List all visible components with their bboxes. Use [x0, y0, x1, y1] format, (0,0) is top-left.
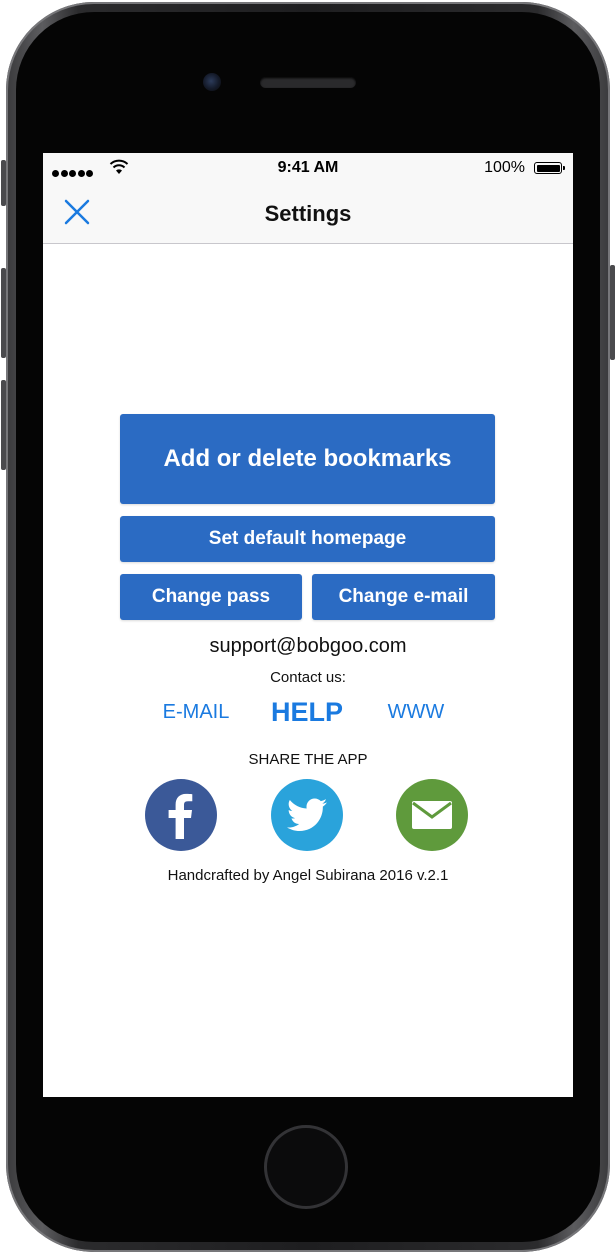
status-bar: 9:41 AM 100%: [43, 153, 573, 183]
www-link[interactable]: WWW: [373, 701, 459, 724]
set-default-homepage-button[interactable]: Set default homepage: [120, 516, 495, 562]
twitter-icon: [287, 798, 327, 831]
share-twitter-button[interactable]: [271, 779, 343, 851]
facebook-icon: [168, 793, 193, 839]
volume-up-button: [1, 268, 6, 358]
screen: 9:41 AM 100% Settings Add or delete book…: [43, 153, 573, 1097]
page-title: Settings: [264, 201, 352, 226]
home-button[interactable]: [264, 1125, 348, 1209]
earpiece-speaker: [260, 77, 356, 88]
navigation-bar: Settings: [43, 183, 573, 244]
help-link[interactable]: HELP: [259, 697, 355, 728]
power-button: [610, 265, 615, 360]
contact-heading: Contact us:: [270, 669, 346, 686]
volume-down-button: [1, 380, 6, 470]
battery-percentage: 100%: [484, 159, 525, 176]
change-pass-button[interactable]: Change pass: [120, 574, 302, 620]
change-email-button[interactable]: Change e-mail: [312, 574, 495, 620]
front-camera: [203, 73, 221, 91]
add-delete-bookmarks-button[interactable]: Add or delete bookmarks: [120, 414, 495, 504]
mail-icon: [412, 801, 452, 829]
credits-text: Handcrafted by Angel Subirana 2016 v.2.1: [167, 867, 449, 884]
share-mail-button[interactable]: [396, 779, 468, 851]
share-heading: SHARE THE APP: [248, 751, 368, 768]
support-email: support@bobgoo.com: [209, 635, 407, 657]
share-facebook-button[interactable]: [145, 779, 217, 851]
mute-switch: [1, 160, 6, 206]
battery-icon: [534, 162, 565, 174]
email-link[interactable]: E-MAIL: [151, 701, 241, 724]
